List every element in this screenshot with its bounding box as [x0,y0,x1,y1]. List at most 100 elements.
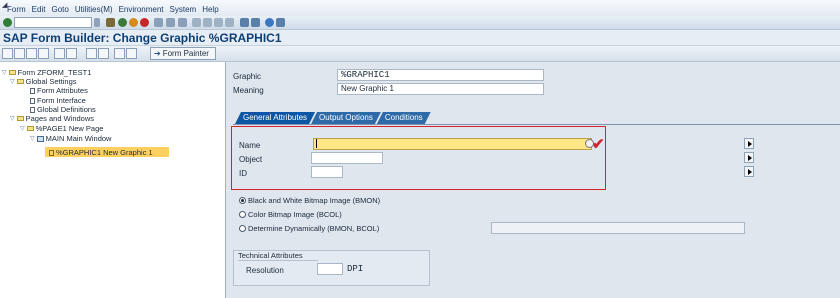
expand-triangle-icon[interactable]: ▽ [10,78,15,85]
save-icon[interactable] [106,18,115,27]
check-button[interactable] [26,48,37,59]
shortcut-icon[interactable] [251,18,260,27]
menu-system[interactable]: System [170,5,197,14]
new-session-icon[interactable] [240,18,249,27]
tab-conditions[interactable]: Conditions [377,112,431,124]
where-used-button[interactable] [98,48,109,59]
dropdown-icon[interactable] [94,18,100,27]
tree-node-label: Form ZFORM_TEST1 [17,68,92,77]
radio-bmon[interactable]: Black and White Bitmap Image (BMON) [239,196,380,205]
tree-node-global-settings[interactable]: ▽ Global Settings [10,77,77,86]
print-icon[interactable] [154,18,163,27]
find-icon[interactable] [166,18,175,27]
menu-edit[interactable]: Edit [32,5,46,14]
resolution-unit: DPI [347,264,364,274]
radio-bcol[interactable]: Color Bitmap Image (BCOL) [239,210,342,219]
preview-button[interactable] [114,48,125,59]
radio-indicator[interactable] [239,197,246,204]
graphic-field[interactable]: %GRAPHIC1 [337,69,544,81]
text-cursor [316,139,317,148]
display-change-button[interactable] [2,48,13,59]
expand-triangle-icon[interactable]: ▽ [2,69,7,76]
tree-node-label: Global Settings [25,77,77,86]
help-icon[interactable] [265,18,274,27]
technical-attributes-title: Technical Attributes [238,251,318,261]
expand-triangle-icon[interactable]: ▽ [10,115,15,122]
application-toolbar: ➔ Form Painter [0,46,840,62]
tree-node-main-window[interactable]: ▽ MAIN Main Window [30,134,111,143]
id-label: ID [239,169,247,178]
enter-icon[interactable] [3,18,12,27]
tab-output-options[interactable]: Output Options [311,112,381,124]
form-painter-label: Form Painter [162,49,209,58]
tree-node-label: Form Interface [37,96,86,105]
name-field[interactable] [313,138,592,150]
tab-general-attributes[interactable]: General Attributes [235,112,315,124]
highlight-box [231,126,606,190]
tree-node-form[interactable]: ▽ Form ZFORM_TEST1 [2,68,91,77]
meaning-field[interactable]: New Graphic 1 [337,83,544,95]
tree-node-form-attributes[interactable]: Form Attributes [30,86,88,95]
object-field[interactable] [311,152,383,164]
cancel-icon[interactable] [140,18,149,27]
radio-label: Black and White Bitmap Image (BMON) [248,196,381,205]
resolution-field[interactable] [317,263,343,275]
tree-node-label: Form Attributes [37,86,88,95]
other-object-button[interactable] [14,48,25,59]
last-page-icon[interactable] [225,18,234,27]
arrow-right-icon: ➔ [154,49,161,58]
tree-node-label: %PAGE1 New Page [35,124,104,133]
page-title: SAP Form Builder: Change Graphic %GRAPHI… [3,31,282,45]
menu-form[interactable]: Form [7,5,26,14]
tree-node-page[interactable]: ▽ %PAGE1 New Page [20,124,103,133]
form-info-button[interactable] [126,48,137,59]
object-detail-button[interactable] [744,152,754,163]
next-page-icon[interactable] [214,18,223,27]
expand-triangle-icon[interactable]: ▽ [20,125,25,132]
expand-triangle-icon[interactable]: ▽ [30,135,35,142]
command-field[interactable] [14,17,92,28]
tree-node-form-interface[interactable]: Form Interface [30,96,86,105]
name-detail-button[interactable] [744,138,754,149]
id-detail-button[interactable] [744,166,754,177]
tab-divider [233,124,840,125]
radio-dynamic[interactable]: Determine Dynamically (BMON, BCOL) [239,224,379,233]
tree-node-label: Global Definitions [37,105,96,114]
activate-button[interactable] [38,48,49,59]
form-painter-button[interactable]: ➔ Form Painter [150,47,216,60]
title-bar: SAP Form Builder: Change Graphic %GRAPHI… [0,30,840,46]
layout-icon[interactable] [276,18,285,27]
radio-label: Color Bitmap Image (BCOL) [248,210,342,219]
first-page-icon[interactable] [192,18,201,27]
menu-help[interactable]: Help [202,5,218,14]
previous-page-icon[interactable] [203,18,212,27]
dynamic-field [491,222,745,234]
folder-icon [8,70,16,75]
menu-goto[interactable]: Goto [51,5,68,14]
folder-icon [16,116,24,121]
id-field[interactable] [311,166,343,178]
navigation-tree: ▽ Form ZFORM_TEST1 ▽ Global Settings For… [0,62,226,298]
document-icon [30,97,35,104]
tree-node-pages-windows[interactable]: ▽ Pages and Windows [10,114,94,123]
object-list-button[interactable] [86,48,97,59]
exit-icon[interactable] [129,18,138,27]
standard-toolbar [0,16,840,30]
find-next-icon[interactable] [178,18,187,27]
graphic-icon [49,149,54,156]
back-icon[interactable] [118,18,127,27]
tree-node-label: MAIN Main Window [45,134,112,143]
tree-node-label: %GRAPHIC1 New Graphic 1 [56,148,153,157]
object-label: Object [239,155,263,164]
radio-indicator[interactable] [239,211,246,218]
tree-node-global-definitions[interactable]: Global Definitions [30,105,96,114]
radio-indicator[interactable] [239,225,246,232]
field-list-button[interactable] [66,48,77,59]
test-button[interactable] [54,48,65,59]
document-icon [30,87,35,94]
meaning-label: Meaning [233,86,264,95]
resolution-label: Resolution [246,266,284,275]
tree-node-graphic[interactable]: %GRAPHIC1 New Graphic 1 [49,148,153,157]
menu-environment[interactable]: Environment [119,5,164,14]
menu-utilities[interactable]: Utilities(M) [75,5,113,14]
